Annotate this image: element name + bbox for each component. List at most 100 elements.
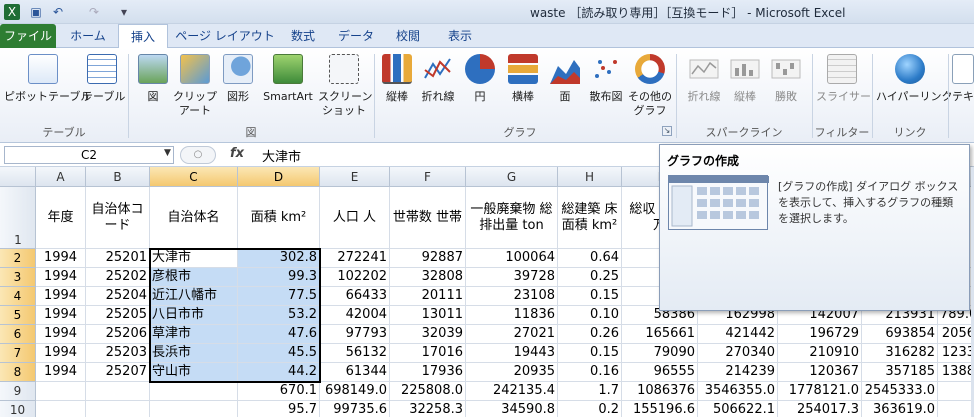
data-cell[interactable]: [36, 401, 86, 417]
data-cell[interactable]: 13011: [390, 306, 466, 325]
data-cell[interactable]: 693854: [862, 325, 938, 344]
data-cell[interactable]: 79090: [622, 344, 698, 363]
data-cell[interactable]: 25204: [86, 287, 150, 306]
pie-chart-button[interactable]: 円: [460, 54, 500, 104]
data-cell[interactable]: 196729: [778, 325, 862, 344]
header-cell[interactable]: 世帯数 世帯: [390, 187, 466, 249]
data-cell[interactable]: 32808: [390, 268, 466, 287]
tab-insert[interactable]: 挿入: [118, 24, 168, 49]
row-header[interactable]: 3: [0, 268, 36, 287]
data-cell[interactable]: 102202: [320, 268, 390, 287]
name-box-dropdown-icon[interactable]: ▼: [164, 148, 171, 158]
data-cell[interactable]: 99.3: [238, 268, 320, 287]
data-cell[interactable]: 1086376: [622, 382, 698, 401]
shapes-button[interactable]: 図形: [220, 54, 256, 104]
column-header[interactable]: G: [466, 167, 558, 187]
header-cell[interactable]: 人口 人: [320, 187, 390, 249]
data-cell[interactable]: 20935: [466, 363, 558, 382]
data-cell[interactable]: 66433: [320, 287, 390, 306]
data-cell[interactable]: 316282: [862, 344, 938, 363]
data-cell[interactable]: 23108: [466, 287, 558, 306]
data-cell[interactable]: 近江八幡市: [150, 287, 238, 306]
data-cell[interactable]: 32039: [390, 325, 466, 344]
row-header[interactable]: 8: [0, 363, 36, 382]
data-cell[interactable]: 42004: [320, 306, 390, 325]
excel-logo-icon[interactable]: X: [4, 4, 20, 20]
data-cell[interactable]: 242135.4: [466, 382, 558, 401]
data-cell[interactable]: 0.26: [558, 325, 622, 344]
data-cell[interactable]: 56132: [320, 344, 390, 363]
save-icon[interactable]: ▣: [28, 4, 44, 20]
data-cell[interactable]: 1994: [36, 287, 86, 306]
area-chart-button[interactable]: 面: [546, 54, 584, 104]
data-cell[interactable]: 守山市: [150, 363, 238, 382]
tab-data[interactable]: データ: [332, 24, 380, 48]
row-header[interactable]: 6: [0, 325, 36, 344]
data-cell[interactable]: 272241: [320, 249, 390, 268]
data-cell[interactable]: [86, 382, 150, 401]
data-cell[interactable]: 1233: [938, 344, 974, 363]
data-cell[interactable]: [938, 382, 974, 401]
header-cell[interactable]: 面積 km²: [238, 187, 320, 249]
name-box[interactable]: C2: [4, 146, 174, 164]
customize-quick-access-icon[interactable]: ▾: [116, 4, 132, 20]
column-header[interactable]: E: [320, 167, 390, 187]
data-cell[interactable]: 155196.6: [622, 401, 698, 417]
data-cell[interactable]: 100064: [466, 249, 558, 268]
data-cell[interactable]: 1778121.0: [778, 382, 862, 401]
column-header[interactable]: D: [238, 167, 320, 187]
data-cell[interactable]: 254017.3: [778, 401, 862, 417]
data-cell[interactable]: 20111: [390, 287, 466, 306]
data-cell[interactable]: 25205: [86, 306, 150, 325]
pivot-table-button[interactable]: ピボットテーブル: [4, 54, 91, 104]
data-cell[interactable]: 1388: [938, 363, 974, 382]
data-cell[interactable]: 1994: [36, 306, 86, 325]
formula-input[interactable]: 大津市: [262, 146, 301, 165]
scatter-chart-button[interactable]: 散布図: [586, 54, 626, 104]
data-cell[interactable]: 421442: [698, 325, 778, 344]
data-cell[interactable]: 大津市: [150, 249, 238, 268]
bar-chart-button[interactable]: 横棒: [504, 54, 542, 104]
data-cell[interactable]: 97793: [320, 325, 390, 344]
data-cell[interactable]: 670.1: [238, 382, 320, 401]
data-cell[interactable]: [938, 401, 974, 417]
data-cell[interactable]: 44.2: [238, 363, 320, 382]
data-cell[interactable]: 363619.0: [862, 401, 938, 417]
data-cell[interactable]: 32258.3: [390, 401, 466, 417]
data-cell[interactable]: 25202: [86, 268, 150, 287]
tab-formulas[interactable]: 数式: [280, 24, 326, 48]
data-cell[interactable]: 0.64: [558, 249, 622, 268]
data-cell[interactable]: 77.5: [238, 287, 320, 306]
data-cell[interactable]: 2056: [938, 325, 974, 344]
other-charts-button[interactable]: その他の グラフ: [628, 54, 672, 118]
slicer-button[interactable]: スライサー: [816, 54, 871, 104]
data-cell[interactable]: 19443: [466, 344, 558, 363]
data-cell[interactable]: 25201: [86, 249, 150, 268]
row-header[interactable]: 10: [0, 401, 36, 417]
header-cell[interactable]: 年度: [36, 187, 86, 249]
chart-dialog-launcher-icon[interactable]: ↘: [662, 126, 672, 136]
row-header[interactable]: 7: [0, 344, 36, 363]
data-cell[interactable]: 53.2: [238, 306, 320, 325]
data-cell[interactable]: 17016: [390, 344, 466, 363]
tab-file[interactable]: ファイル: [0, 24, 56, 48]
data-cell[interactable]: 1994: [36, 344, 86, 363]
column-chart-button[interactable]: 縦棒: [378, 54, 416, 104]
row-header[interactable]: 9: [0, 382, 36, 401]
tab-page-layout[interactable]: ページ レイアウト: [172, 24, 278, 48]
tab-view[interactable]: 表示: [436, 24, 484, 48]
data-cell[interactable]: 25206: [86, 325, 150, 344]
data-cell[interactable]: 1.7: [558, 382, 622, 401]
data-cell[interactable]: 0.10: [558, 306, 622, 325]
data-cell[interactable]: 八日市市: [150, 306, 238, 325]
data-cell[interactable]: 0.16: [558, 363, 622, 382]
data-cell[interactable]: [150, 401, 238, 417]
textbox-button[interactable]: テキ: [952, 54, 974, 104]
data-cell[interactable]: 0.2: [558, 401, 622, 417]
data-cell[interactable]: 95.7: [238, 401, 320, 417]
formula-bar-toggle-icon[interactable]: ○: [180, 146, 216, 164]
clipart-button[interactable]: クリップ アート: [172, 54, 218, 118]
data-cell[interactable]: 27021: [466, 325, 558, 344]
header-cell[interactable]: 総建築 床面積 km²: [558, 187, 622, 249]
data-cell[interactable]: 17936: [390, 363, 466, 382]
